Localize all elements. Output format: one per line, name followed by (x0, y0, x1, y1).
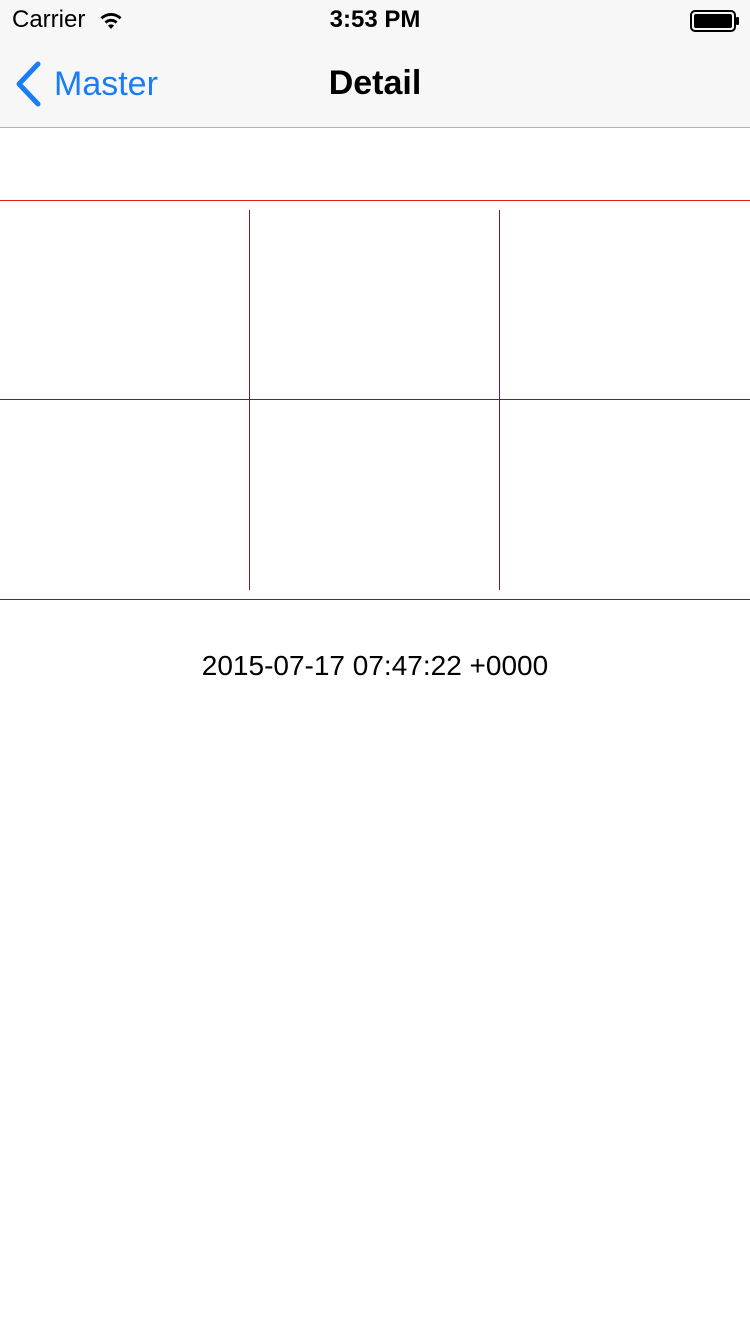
top-divider-line (0, 200, 750, 201)
status-time: 3:53 PM (329, 6, 421, 33)
screen: Carrier 3:53 PM Master Detail 2015-07-17… (0, 0, 750, 1334)
battery-icon (690, 10, 739, 32)
grid-vertical-line-2-bottom (499, 400, 500, 590)
status-bar: Carrier 3:53 PM (0, 0, 750, 40)
grid-middle-line (0, 399, 750, 400)
grid-vertical-line-2-top (499, 210, 500, 400)
grid-bottom-line (0, 599, 750, 600)
grid-vertical-line-1-bottom (249, 400, 250, 590)
navigation-bar: Master Detail (0, 40, 750, 128)
detail-date-label: 2015-07-17 07:47:22 +0000 (201, 650, 549, 681)
top-bar: Carrier 3:53 PM Master Detail (0, 0, 750, 128)
grid-vertical-line-1-top (249, 210, 250, 400)
page-title: Detail (328, 64, 422, 102)
